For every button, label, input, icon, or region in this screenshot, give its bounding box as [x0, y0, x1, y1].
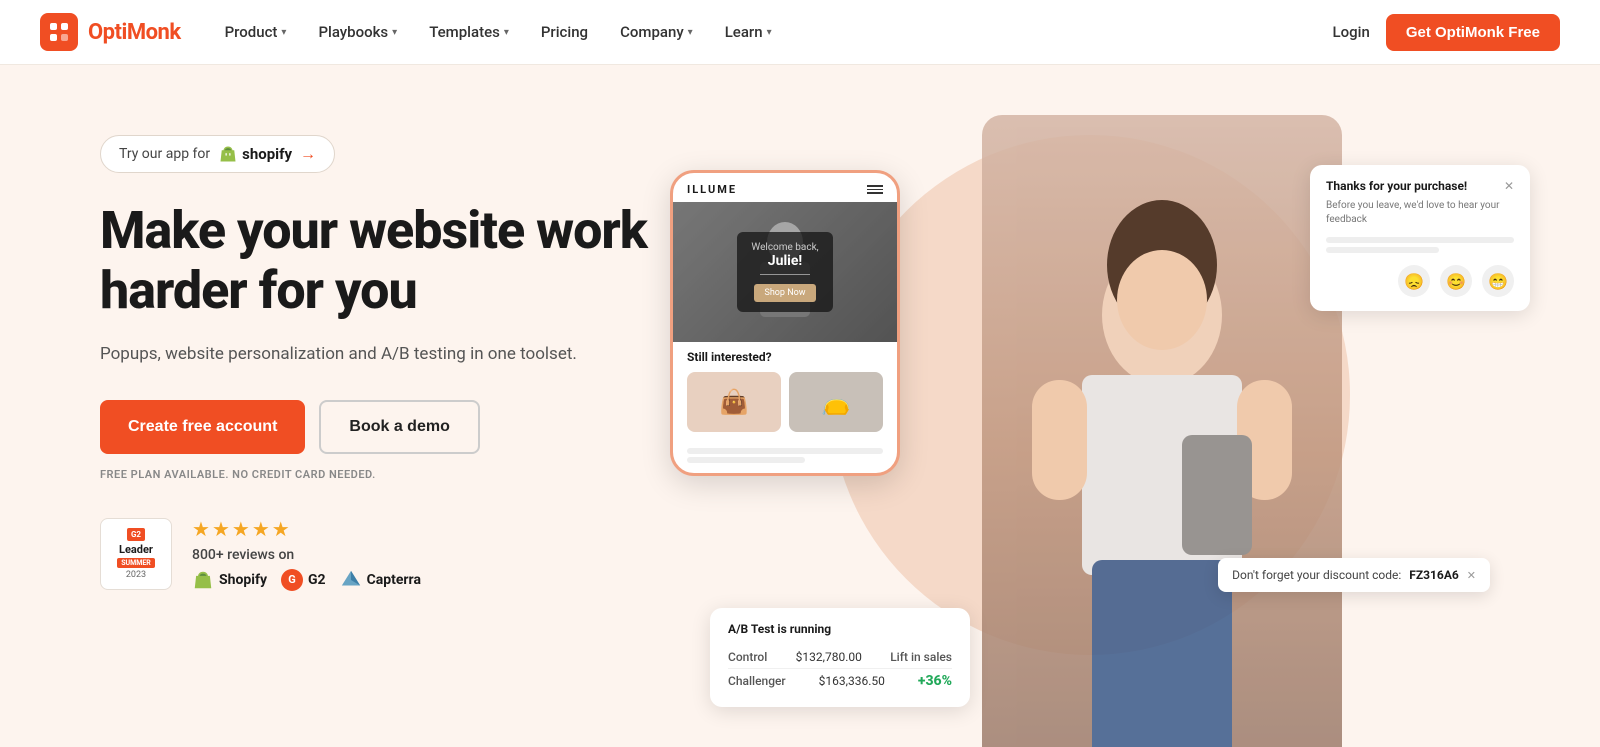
badge-arrow-icon: → [300, 144, 316, 164]
feedback-subtitle: Before you leave, we'd love to hear your… [1326, 199, 1514, 227]
welcome-popup-overlay: Welcome back, Julie! Shop Now [673, 202, 897, 342]
nav-templates[interactable]: Templates ▾ [415, 15, 523, 49]
reviews-area: ★ ★ ★ ★ ★ 800+ reviews on Shopify [192, 517, 421, 591]
feedback-lines [1326, 237, 1514, 253]
feedback-card: Thanks for your purchase! ✕ Before you l… [1310, 165, 1530, 311]
hero-title: Make your website work harder for you [100, 201, 660, 321]
nav-company[interactable]: Company ▾ [606, 15, 707, 49]
divider [760, 274, 810, 275]
discount-card: Don't forget your discount code: FZ316A6… [1218, 558, 1490, 592]
reviews-count: 800+ reviews on [192, 547, 421, 563]
hero-right: ILLUME [660, 115, 1520, 747]
get-optimonk-free-button[interactable]: Get OptiMonk Free [1386, 14, 1560, 51]
nav-links: Product ▾ Playbooks ▾ Templates ▾ Pricin… [211, 15, 1333, 49]
feedback-header: Thanks for your purchase! ✕ [1326, 179, 1514, 193]
free-plan-note: FREE PLAN AVAILABLE. NO CREDIT CARD NEED… [100, 468, 660, 481]
product-card-2[interactable]: 👝 [789, 372, 883, 432]
product-card-1[interactable]: 👜 [687, 372, 781, 432]
chevron-down-icon: ▾ [281, 27, 286, 38]
ab-test-card: A/B Test is running Control $132,780.00 … [710, 608, 970, 707]
hero-buttons: Create free account Book a demo [100, 400, 660, 454]
hero-section: Try our app for shopify → Make your webs… [0, 65, 1600, 747]
chevron-down-icon: ▾ [504, 27, 509, 38]
handbag-icon: 👜 [719, 388, 749, 416]
footer-lines [687, 448, 883, 463]
ab-control-value: $132,780.00 [796, 650, 862, 664]
star-icon: ★ [272, 517, 290, 541]
g2-platform: G G2 [281, 569, 326, 591]
ab-lift-sales-label: Lift in sales [890, 650, 952, 664]
welcome-user-name: Julie! [751, 253, 818, 269]
purse-icon: 👝 [821, 388, 851, 416]
shopify-logo: shopify [218, 144, 292, 164]
nav-actions: Login Get OptiMonk Free [1333, 14, 1560, 51]
woman-illustration [982, 115, 1342, 747]
still-interested-label: Still interested? [673, 342, 897, 368]
star-icon: ★ [192, 517, 210, 541]
chevron-down-icon: ▾ [767, 27, 772, 38]
shopify-badge-prefix: Try our app for [119, 146, 210, 162]
ab-row-control: Control $132,780.00 Lift in sales [728, 646, 952, 669]
nav-pricing[interactable]: Pricing [527, 15, 602, 49]
welcome-back-text: Welcome back, [751, 242, 818, 253]
phone-hero-image: Welcome back, Julie! Shop Now [673, 202, 897, 342]
star-icon: ★ [252, 517, 270, 541]
logo-icon [40, 13, 78, 51]
emoji-row: 😞 😊 😁 [1326, 265, 1514, 297]
emoji-sad-button[interactable]: 😞 [1398, 265, 1430, 297]
social-proof: G2 Leader SUMMER 2023 ★ ★ ★ ★ ★ 800+ rev… [100, 517, 660, 591]
phone-brand: ILLUME [687, 183, 737, 196]
ab-challenger-value: $163,336.50 [819, 674, 885, 688]
discount-prefix: Don't forget your discount code: [1232, 568, 1401, 582]
shopify-platform: Shopify [192, 569, 267, 591]
hero-left: Try our app for shopify → Make your webs… [100, 115, 660, 591]
popup-cta-button[interactable]: Shop Now [754, 284, 815, 302]
nav-playbooks[interactable]: Playbooks ▾ [304, 15, 411, 49]
ab-control-label: Control [728, 650, 767, 664]
footer-line-short [687, 457, 805, 463]
create-free-account-button[interactable]: Create free account [100, 400, 305, 454]
logo-text: OptiMonk [88, 20, 181, 45]
feedback-title: Thanks for your purchase! [1326, 179, 1467, 193]
review-platforms: Shopify G G2 Capterra [192, 569, 421, 591]
navbar: OptiMonk Product ▾ Playbooks ▾ Templates… [0, 0, 1600, 65]
ab-lift-value: +36% [918, 673, 952, 689]
login-link[interactable]: Login [1333, 23, 1370, 41]
product-grid: 👜 👝 [673, 368, 897, 442]
phone-header: ILLUME [673, 173, 897, 202]
ab-test-title: A/B Test is running [728, 622, 952, 636]
g2-year-label: 2023 [126, 570, 146, 580]
phone-footer [673, 442, 897, 473]
feedback-line [1326, 237, 1514, 243]
close-icon[interactable]: ✕ [1504, 179, 1514, 193]
welcome-popup: Welcome back, Julie! Shop Now [737, 232, 832, 312]
emoji-neutral-button[interactable]: 😊 [1440, 265, 1472, 297]
star-icon: ★ [232, 517, 250, 541]
g2-mini-icon: G [281, 569, 303, 591]
discount-code: FZ316A6 [1409, 568, 1458, 582]
g2-season-label: SUMMER [117, 558, 155, 568]
hero-subtitle: Popups, website personalization and A/B … [100, 341, 660, 368]
stars-row: ★ ★ ★ ★ ★ [192, 517, 421, 541]
close-icon[interactable]: ✕ [1467, 569, 1476, 582]
footer-line [687, 448, 883, 454]
chevron-down-icon: ▾ [688, 27, 693, 38]
shopify-badge[interactable]: Try our app for shopify → [100, 135, 335, 173]
emoji-happy-button[interactable]: 😁 [1482, 265, 1514, 297]
chevron-down-icon: ▾ [392, 27, 397, 38]
capterra-platform: Capterra [340, 569, 421, 591]
phone-menu-icon [867, 183, 883, 196]
star-icon: ★ [212, 517, 230, 541]
book-demo-button[interactable]: Book a demo [319, 400, 479, 454]
feedback-line-short [1326, 247, 1439, 253]
g2-top-label: G2 [127, 528, 145, 541]
phone-mockup: ILLUME [670, 170, 900, 476]
ab-row-challenger: Challenger $163,336.50 +36% [728, 669, 952, 693]
g2-badge: G2 Leader SUMMER 2023 [100, 518, 172, 590]
nav-product[interactable]: Product ▾ [211, 15, 301, 49]
g2-leader-label: Leader [119, 543, 153, 556]
nav-learn[interactable]: Learn ▾ [711, 15, 786, 49]
logo[interactable]: OptiMonk [40, 13, 181, 51]
ab-challenger-label: Challenger [728, 674, 786, 688]
